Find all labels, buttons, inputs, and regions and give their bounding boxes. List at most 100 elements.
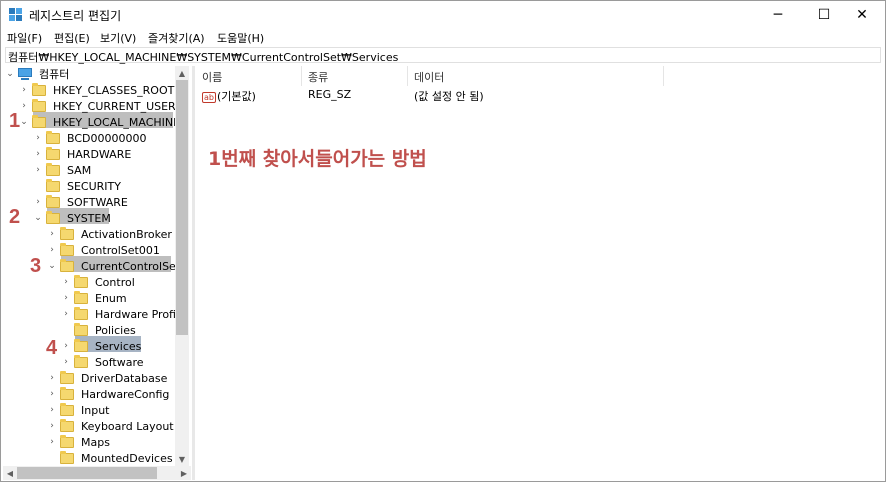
chevron-right-icon[interactable]: › [47,418,57,434]
tree-item-label: MountedDevices [81,451,173,465]
tree-item-security[interactable]: SECURITY [33,178,123,194]
scroll-thumb[interactable] [176,80,188,335]
address-bar[interactable]: 컴퓨터₩HKEY_LOCAL_MACHINE₩SYSTEM₩CurrentCon… [5,47,881,64]
chevron-right-icon[interactable]: › [33,162,43,178]
title-bar: 레지스트리 편집기 ─ ☐ ✕ [1,1,885,29]
close-button[interactable]: ✕ [839,1,885,29]
tree-item-hkey-local-machine[interactable]: ⌄ HKEY_LOCAL_MACHINE [19,114,182,130]
tree-item-computer[interactable]: ⌄ 컴퓨터 [5,66,71,82]
tree-item-hardware[interactable]: › HARDWARE [33,146,133,162]
chevron-right-icon[interactable]: › [33,194,43,210]
chevron-down-icon[interactable]: ⌄ [47,258,57,274]
folder-icon [60,370,74,384]
annotation-text: 1번째 찾아서들어가는 방법 [208,148,427,170]
chevron-right-icon[interactable]: › [19,98,29,114]
folder-icon [60,226,74,240]
tree-item-label: DriverDatabase [81,371,168,385]
chevron-right-icon[interactable]: › [61,338,71,354]
tree-item-bcd00000000[interactable]: › BCD00000000 [33,130,149,146]
scroll-right-icon[interactable]: ▶ [177,466,191,480]
chevron-right-icon[interactable]: › [47,434,57,450]
scroll-thumb-horizontal[interactable] [17,467,157,479]
value-name: (기본값) [217,90,256,103]
folder-icon [60,450,74,464]
tree-item-hkey-classes-root[interactable]: › HKEY_CLASSES_ROOT [19,82,176,98]
tree-item-input[interactable]: › Input [47,402,111,418]
tree-item-enum[interactable]: › Enum [61,290,129,306]
tree-item-label: HARDWARE [67,147,132,161]
tree-item-system[interactable]: ⌄ SYSTEM [33,210,113,226]
folder-icon [60,242,74,256]
column-header-name[interactable]: 이름 [196,66,302,86]
tree-item-hkey-current-user[interactable]: › HKEY_CURRENT_USER [19,98,178,114]
menu-help[interactable]: 도움말(H) [217,30,264,46]
tree-item-software[interactable]: › SOFTWARE [33,194,130,210]
tree-item-label: CurrentControlSet [81,259,181,273]
tree-horizontal-scrollbar[interactable]: ◀ ▶ [3,466,191,480]
tree-item-controlset001[interactable]: › ControlSet001 [47,242,162,258]
tree-item-control[interactable]: › Control [61,274,137,290]
menu-favorites[interactable]: 즐겨찾기(A) [148,30,205,46]
chevron-right-icon[interactable]: › [61,354,71,370]
chevron-right-icon[interactable]: › [47,386,57,402]
tree-item-label: 컴퓨터 [39,68,70,81]
tree-item-label: SYSTEM [67,211,111,225]
folder-icon [46,146,60,160]
tree-item-policies[interactable]: Policies [61,322,138,338]
tree-item-hardware-profile[interactable]: › Hardware Profile [61,306,188,322]
menu-view[interactable]: 보기(V) [100,30,136,46]
scroll-down-icon[interactable]: ▼ [175,452,189,466]
scroll-up-icon[interactable]: ▲ [175,66,189,80]
tree-item-maps[interactable]: › Maps [47,434,112,450]
folder-icon [60,402,74,416]
folder-icon [46,178,60,192]
chevron-right-icon[interactable]: › [19,82,29,98]
folder-icon [32,82,46,96]
tree-vertical-scrollbar[interactable]: ▲ ▼ [175,66,189,466]
tree-item-software[interactable]: › Software [61,354,146,370]
tree-line [33,178,43,194]
close-icon: ✕ [856,7,868,23]
tree-item-services[interactable]: › Services [61,338,143,354]
minimize-button[interactable]: ─ [755,1,801,29]
menu-bar: 파일(F) 편집(E) 보기(V) 즐겨찾기(A) 도움말(H) [1,29,885,47]
pane-splitter[interactable] [192,66,195,480]
folder-icon [74,338,88,352]
chevron-down-icon[interactable]: ⌄ [33,210,43,226]
chevron-right-icon[interactable]: › [61,274,71,290]
chevron-down-icon[interactable]: ⌄ [5,66,15,82]
tree-item-label: HardwareConfig [81,387,170,401]
tree-item-label: Keyboard Layout [81,419,174,433]
tree-item-label: Enum [95,291,127,305]
chevron-right-icon[interactable]: › [47,402,57,418]
chevron-down-icon[interactable]: ⌄ [19,114,29,130]
chevron-right-icon[interactable]: › [47,242,57,258]
tree-item-keyboard-layout[interactable]: › Keyboard Layout [47,418,176,434]
tree-item-currentcontrolset[interactable]: ⌄ CurrentControlSet [47,258,182,274]
column-header-data[interactable]: 데이터 [408,66,664,86]
tree-item-hardwareconfig[interactable]: › HardwareConfig [47,386,171,402]
tree-item-driverdatabase[interactable]: › DriverDatabase [47,370,169,386]
folder-icon [74,354,88,368]
value-row[interactable]: ab (기본값) [202,88,256,104]
menu-file[interactable]: 파일(F) [7,30,42,46]
maximize-icon: ☐ [817,7,831,23]
column-header-type[interactable]: 종류 [302,66,408,86]
chevron-right-icon[interactable]: › [61,306,71,322]
chevron-right-icon[interactable]: › [33,146,43,162]
step-4-marker: 4 [46,337,58,359]
tree-item-label: HKEY_LOCAL_MACHINE [53,115,181,129]
folder-icon [74,322,88,336]
tree-line [61,322,71,338]
scroll-left-icon[interactable]: ◀ [3,466,17,480]
menu-edit[interactable]: 편집(E) [54,30,90,46]
minimize-icon: ─ [773,7,783,23]
chevron-right-icon[interactable]: › [47,226,57,242]
tree-item-activationbroker[interactable]: › ActivationBroker [47,226,174,242]
chevron-right-icon[interactable]: › [47,370,57,386]
folder-icon [46,210,60,224]
tree-item-sam[interactable]: › SAM [33,162,93,178]
chevron-right-icon[interactable]: › [61,290,71,306]
chevron-right-icon[interactable]: › [33,130,43,146]
tree-item-mounteddevices[interactable]: MountedDevices [47,450,175,466]
